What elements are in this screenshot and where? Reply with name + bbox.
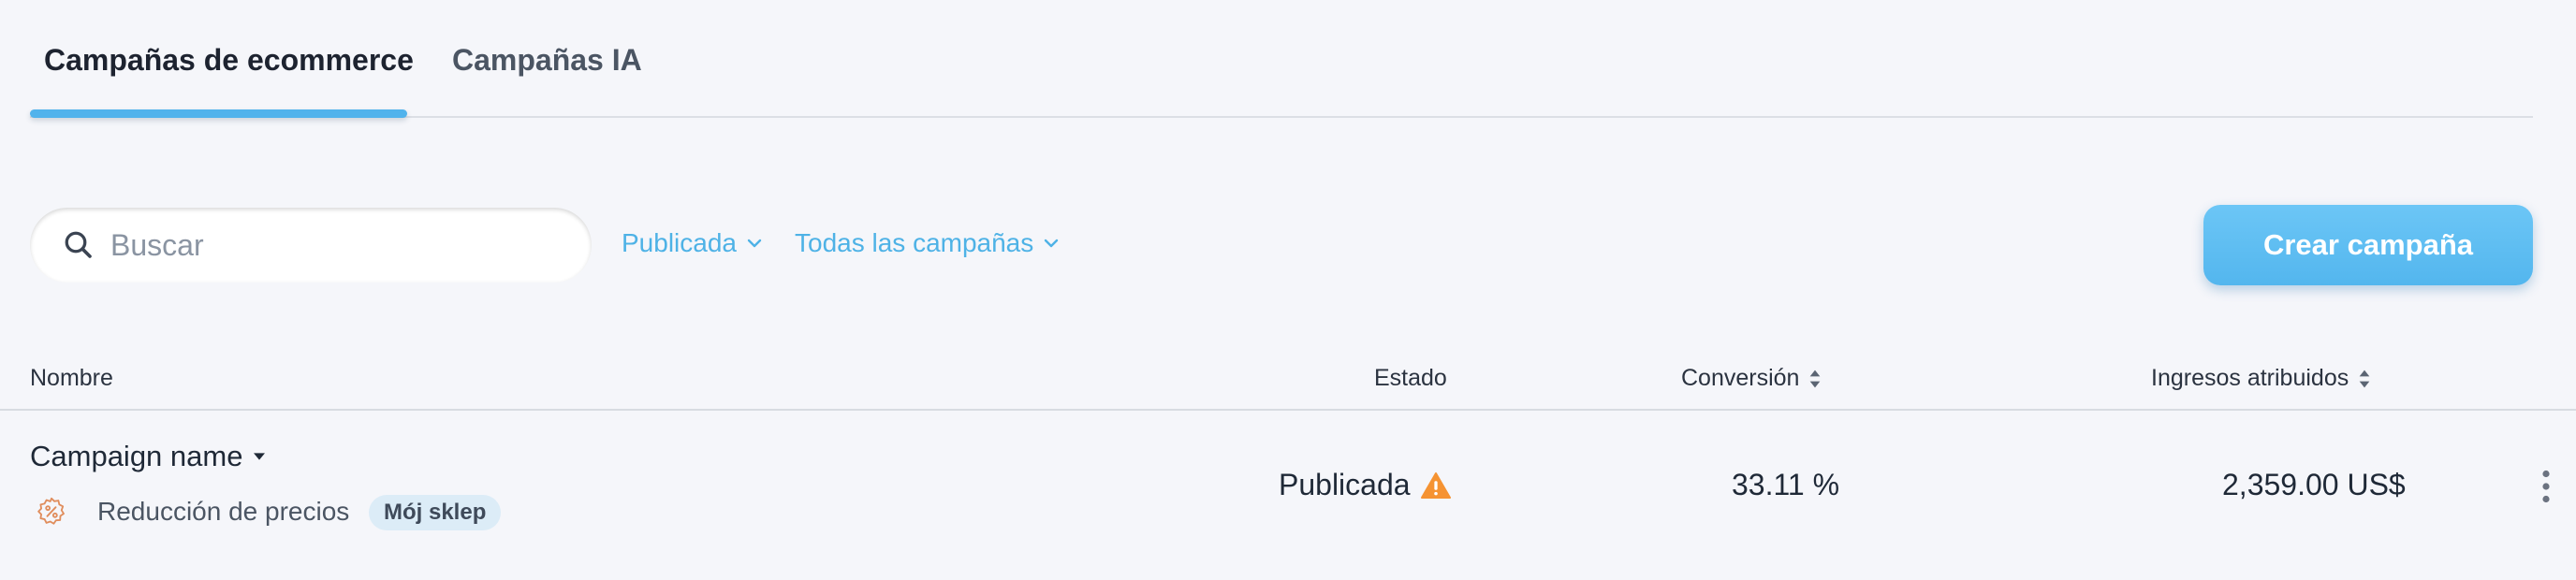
column-header-revenue[interactable]: Ingresos atribuidos xyxy=(2151,365,2371,392)
discount-badge-icon xyxy=(37,497,65,525)
column-header-status-label: Estado xyxy=(1374,365,1447,391)
status-filter-label: Publicada xyxy=(622,228,737,257)
warning-icon[interactable] xyxy=(1420,471,1452,500)
column-header-name-label: Nombre xyxy=(30,365,113,391)
table-header-divider xyxy=(0,409,2576,411)
sort-icon[interactable] xyxy=(1808,368,1822,390)
column-header-conversion[interactable]: Conversión xyxy=(1681,365,1822,392)
campaigns-filter-label: Todas las campañas xyxy=(795,228,1034,257)
campaign-revenue: 2,359.00 US$ xyxy=(2222,468,2406,501)
sort-icon[interactable] xyxy=(2358,368,2371,390)
create-campaign-button[interactable]: Crear campaña xyxy=(2203,205,2533,285)
campaign-type-label: Reducción de precios xyxy=(97,497,350,526)
campaign-status: Publicada xyxy=(1279,468,1452,502)
campaign-conversion: 33.11 % xyxy=(1732,468,1840,501)
chevron-down-icon xyxy=(1045,239,1059,248)
caret-down-icon[interactable] xyxy=(254,453,266,460)
chevron-down-icon xyxy=(747,239,762,248)
column-header-conversion-label: Conversión xyxy=(1681,365,1800,391)
store-badge: Mój sklep xyxy=(369,495,502,530)
search-input[interactable] xyxy=(110,221,560,269)
tab-ecommerce-campaigns[interactable]: Campañas de ecommerce xyxy=(44,43,414,78)
campaign-status-label: Publicada xyxy=(1279,468,1411,501)
column-header-status: Estado xyxy=(1374,365,1447,392)
column-header-revenue-label: Ingresos atribuidos xyxy=(2151,365,2349,391)
status-filter-dropdown[interactable]: Publicada xyxy=(622,228,763,258)
search-box[interactable] xyxy=(30,208,592,283)
column-header-name: Nombre xyxy=(30,365,113,392)
campaign-name[interactable]: Campaign name xyxy=(30,440,266,473)
tab-bar: Campañas de ecommerce Campañas IA xyxy=(30,0,2533,118)
campaigns-filter-dropdown[interactable]: Todas las campañas xyxy=(795,228,1060,258)
more-options-icon[interactable] xyxy=(2539,470,2554,503)
search-icon xyxy=(65,231,92,258)
campaign-name-label: Campaign name xyxy=(30,440,243,472)
tab-ai-campaigns[interactable]: Campañas IA xyxy=(452,43,642,78)
active-tab-indicator xyxy=(30,109,407,118)
